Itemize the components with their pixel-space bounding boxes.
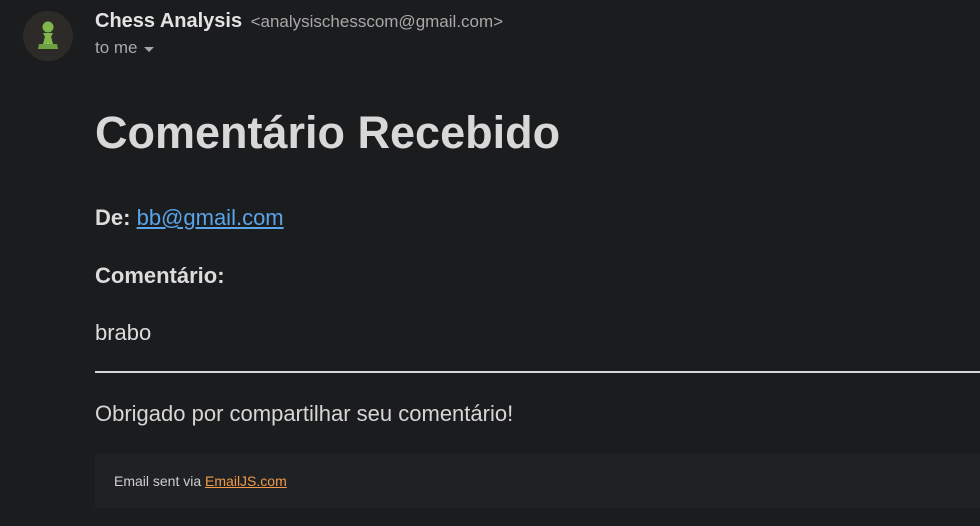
sender-email: <analysischesscom@gmail.com>	[250, 12, 504, 31]
from-email-link[interactable]: bb@gmail.com	[137, 205, 284, 230]
from-label: De:	[95, 205, 131, 230]
divider	[95, 371, 980, 373]
sender-name[interactable]: Chess Analysis	[95, 10, 242, 32]
emailjs-link[interactable]: EmailJS.com	[205, 473, 287, 489]
thanks-text: Obrigado por compartilhar seu comentário…	[95, 401, 514, 426]
from-row: De: bb@gmail.com	[95, 205, 284, 231]
recipient-details-toggle[interactable]: to me	[95, 38, 154, 58]
comment-label: Comentário:	[95, 263, 225, 288]
recipient-label: to me	[95, 38, 138, 57]
chevron-down-icon	[143, 46, 154, 52]
email-header: Chess Analysis <analysischesscom@gmail.c…	[0, 0, 980, 70]
sender-avatar[interactable]	[23, 11, 73, 61]
chess-pawn-icon	[23, 11, 73, 61]
footer-text: Email sent via EmailJS.com	[114, 473, 287, 489]
footer-prefix: Email sent via	[114, 473, 202, 489]
email-footer: Email sent via EmailJS.com	[95, 454, 980, 508]
email-title: Comentário Recebido	[95, 107, 561, 158]
sender-line: Chess Analysis <analysischesscom@gmail.c…	[95, 10, 503, 33]
comment-text: brabo	[95, 320, 152, 345]
